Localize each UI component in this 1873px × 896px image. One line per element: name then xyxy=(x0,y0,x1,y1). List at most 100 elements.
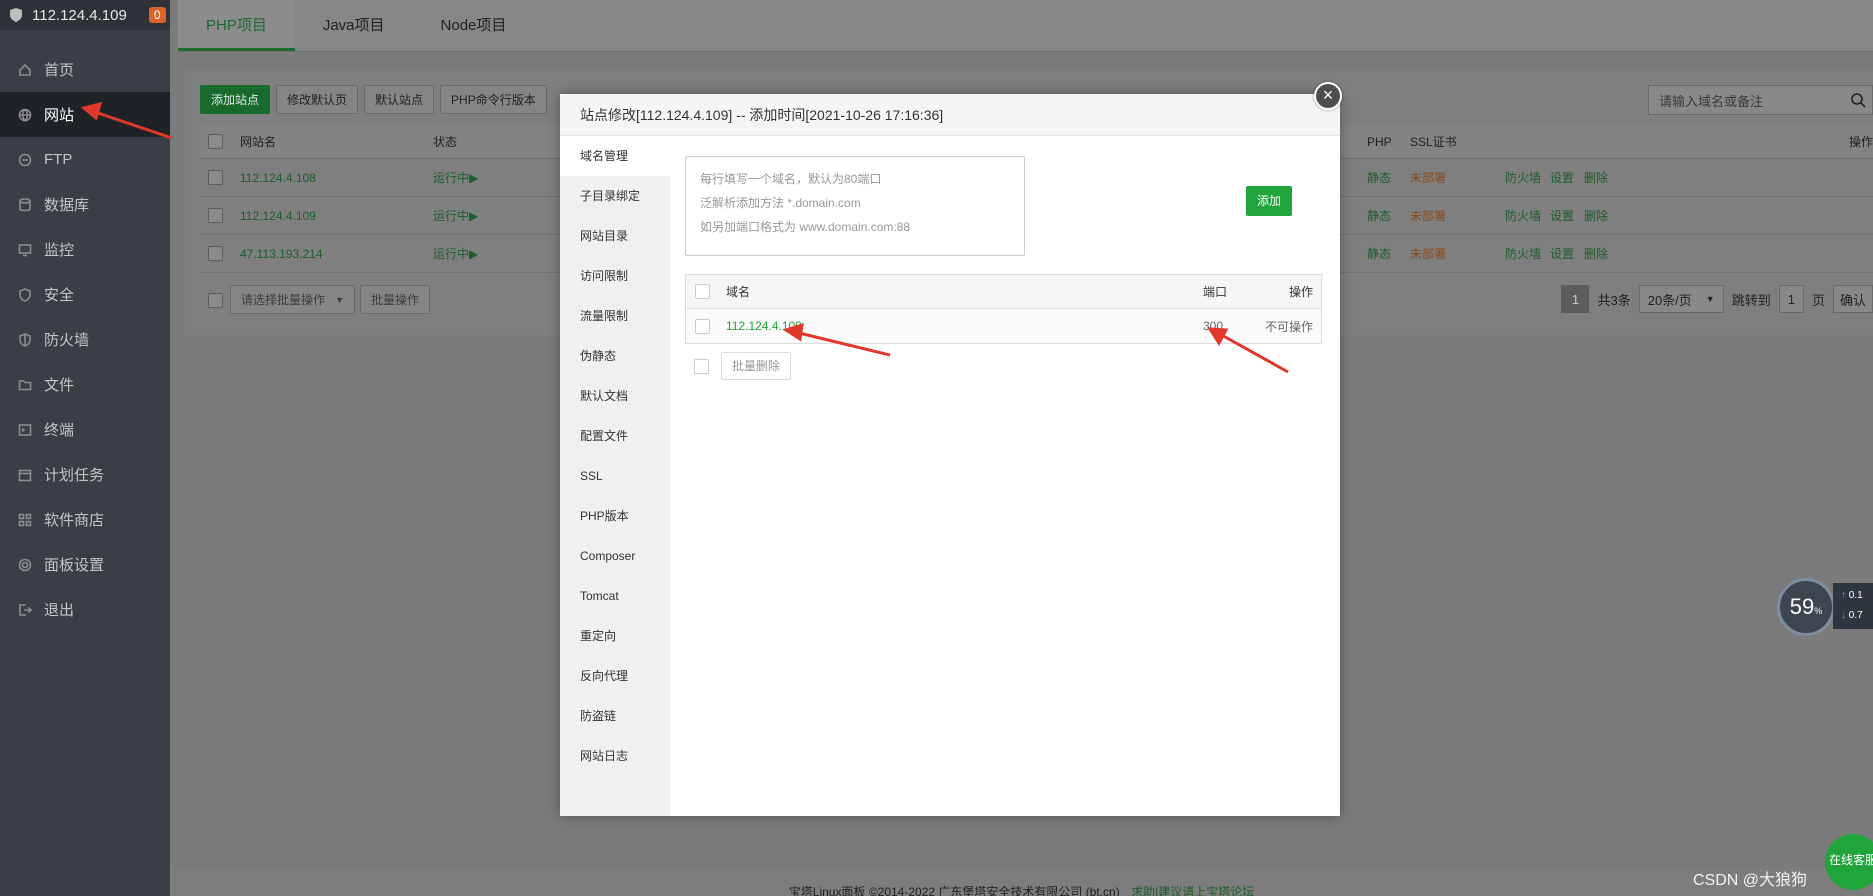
select-all-checkbox[interactable] xyxy=(695,284,710,299)
site-status[interactable]: 运行中▶ xyxy=(433,169,478,186)
sidebar-item-5[interactable]: 安全 xyxy=(0,272,170,317)
select-all-checkbox[interactable] xyxy=(208,134,223,149)
forum-link[interactable]: 求助|建议请上宝塔论坛 xyxy=(1131,885,1254,896)
sidebar-item-0[interactable]: 首页 xyxy=(0,47,170,92)
per-page-value: 20条/页 xyxy=(1647,292,1692,308)
settings-link[interactable]: 设置 xyxy=(1550,245,1574,262)
row-checkbox[interactable] xyxy=(208,246,223,261)
settings-link[interactable]: 设置 xyxy=(1550,207,1574,224)
dialog-menu-item[interactable]: 流量限制 xyxy=(560,296,670,336)
sidebar-item-label: 安全 xyxy=(44,287,75,304)
page-current[interactable]: 1 xyxy=(1561,285,1590,313)
tab-java[interactable]: Java项目 xyxy=(295,0,413,51)
close-icon[interactable]: × xyxy=(1314,82,1342,110)
delete-link[interactable]: 删除 xyxy=(1584,245,1608,262)
database-icon xyxy=(19,197,31,211)
load-gauge[interactable]: 59% xyxy=(1777,578,1835,636)
dialog-menu-item[interactable]: 默认文档 xyxy=(560,376,670,416)
project-tabs: PHP项目 Java项目 Node项目 xyxy=(178,0,1873,52)
batch-select-value: 请选择批量操作 xyxy=(241,293,326,307)
add-domain-button[interactable]: 添加 xyxy=(1246,186,1292,216)
dialog-menu-item[interactable]: 重定向 xyxy=(560,616,670,656)
site-php[interactable]: 静态 xyxy=(1367,245,1391,262)
batch-action-button[interactable]: 批量操作 xyxy=(360,285,431,314)
sidebar-item-8[interactable]: 终端 xyxy=(0,407,170,452)
col-status[interactable]: 状态 xyxy=(433,133,457,150)
caret-down-icon: ▼ xyxy=(1705,294,1715,304)
sidebar-item-10[interactable]: 软件商店 xyxy=(0,497,170,542)
dialog-menu-item[interactable]: Composer xyxy=(560,536,670,576)
sidebar-item-label: FTP xyxy=(44,151,73,168)
dialog-menu-item[interactable]: 域名管理 xyxy=(560,136,670,176)
add-site-button[interactable]: 添加站点 xyxy=(200,85,271,114)
batch-checkbox[interactable] xyxy=(694,358,709,374)
default-site-button[interactable]: 默认站点 xyxy=(364,85,435,114)
dialog-menu-item[interactable]: 配置文件 xyxy=(560,416,670,456)
settings-link[interactable]: 设置 xyxy=(1550,169,1574,186)
sidebar-item-4[interactable]: 监控 xyxy=(0,227,170,272)
domain-table-header: 域名 端口 操作 xyxy=(686,275,1321,309)
dialog-menu-item[interactable]: 网站目录 xyxy=(560,216,670,256)
sidebar-item-3[interactable]: 数据库 xyxy=(0,182,170,227)
tab-node[interactable]: Node项目 xyxy=(413,0,535,51)
dialog-menu-item[interactable]: 访问限制 xyxy=(560,256,670,296)
dialog-menu-item[interactable]: PHP版本 xyxy=(560,496,670,536)
dialog-menu-item[interactable]: Tomcat xyxy=(560,576,670,616)
site-php[interactable]: 静态 xyxy=(1367,169,1391,186)
dialog-menu-item[interactable]: 反向代理 xyxy=(560,656,670,696)
goto-confirm-button[interactable]: 确认 xyxy=(1832,285,1873,313)
search-icon[interactable] xyxy=(1850,92,1866,108)
per-page-select[interactable]: 20条/页 ▼ xyxy=(1638,285,1724,313)
search-input[interactable]: 请输入域名或备注 xyxy=(1648,85,1873,115)
dialog-menu-item[interactable]: SSL xyxy=(560,456,670,496)
firewall-link[interactable]: 防火墙 xyxy=(1505,169,1541,186)
dialog-menu: 域名管理 子目录绑定 网站目录 访问限制 流量限制 伪静态 默认文档 配置文件 SSL PHP版本… xyxy=(560,136,670,816)
footer-checkbox[interactable] xyxy=(208,293,223,308)
arrow-up-icon: ↑ xyxy=(1841,590,1846,601)
batch-select[interactable]: 请选择批量操作 ▼ xyxy=(230,285,355,314)
goto-label: 跳转到 xyxy=(1731,292,1771,308)
sidebar-item-12[interactable]: 退出 xyxy=(0,587,170,632)
site-name-link[interactable]: 47.113.193.214 xyxy=(240,247,323,261)
sidebar-item-2[interactable]: FTP xyxy=(0,137,170,182)
batch-delete-button[interactable]: 批量删除 xyxy=(721,352,792,380)
message-badge[interactable]: 0 xyxy=(148,7,166,23)
sidebar-item-9[interactable]: 计划任务 xyxy=(0,452,170,497)
site-ssl[interactable]: 未部署 xyxy=(1410,207,1446,224)
site-ssl[interactable]: 未部署 xyxy=(1410,169,1446,186)
sidebar-item-6[interactable]: 防火墙 xyxy=(0,317,170,362)
col-name[interactable]: 网站名 xyxy=(240,133,276,150)
domain-link[interactable]: 112.124.4.109 xyxy=(726,319,802,333)
site-name-link[interactable]: 112.124.4.108 xyxy=(240,171,316,185)
delete-link[interactable]: 删除 xyxy=(1584,207,1608,224)
sidebar-item-11[interactable]: 面板设置 xyxy=(0,542,170,587)
dialog-menu-item[interactable]: 防盗链 xyxy=(560,696,670,736)
site-php[interactable]: 静态 xyxy=(1367,207,1391,224)
gauge-value: 59 xyxy=(1789,594,1815,619)
firewall-link[interactable]: 防火墙 xyxy=(1505,207,1541,224)
online-service-button[interactable]: 在线客服 xyxy=(1825,834,1873,890)
row-checkbox[interactable] xyxy=(208,208,223,223)
site-ssl[interactable]: 未部署 xyxy=(1410,245,1446,262)
sidebar-item-label: 面板设置 xyxy=(44,557,105,574)
col-domain: 域名 xyxy=(726,285,751,299)
site-status[interactable]: 运行中▶ xyxy=(433,207,478,224)
domain-textarea[interactable]: 每行填写一个域名，默认为80端口 泛解析添加方法 *.domain.com 如另… xyxy=(685,156,1025,256)
dialog-menu-item[interactable]: 网站日志 xyxy=(560,736,670,776)
delete-link[interactable]: 删除 xyxy=(1584,169,1608,186)
row-checkbox[interactable] xyxy=(208,170,223,185)
firewall-link[interactable]: 防火墙 xyxy=(1505,245,1541,262)
row-checkbox[interactable] xyxy=(695,318,710,334)
site-name-link[interactable]: 112.124.4.109 xyxy=(240,209,316,223)
goto-input[interactable]: 1 xyxy=(1778,285,1804,313)
php-cli-button[interactable]: PHP命令行版本 xyxy=(440,85,547,114)
dialog-menu-item[interactable]: 伪静态 xyxy=(560,336,670,376)
ftp-icon xyxy=(18,153,32,166)
site-status[interactable]: 运行中▶ xyxy=(433,245,478,262)
tab-php[interactable]: PHP项目 xyxy=(178,0,295,51)
dialog-menu-item[interactable]: 子目录绑定 xyxy=(560,176,670,216)
sidebar-item-label: 退出 xyxy=(44,602,75,619)
sidebar-item-1[interactable]: 网站 xyxy=(0,92,170,137)
edit-default-page-button[interactable]: 修改默认页 xyxy=(276,85,359,114)
sidebar-item-7[interactable]: 文件 xyxy=(0,362,170,407)
